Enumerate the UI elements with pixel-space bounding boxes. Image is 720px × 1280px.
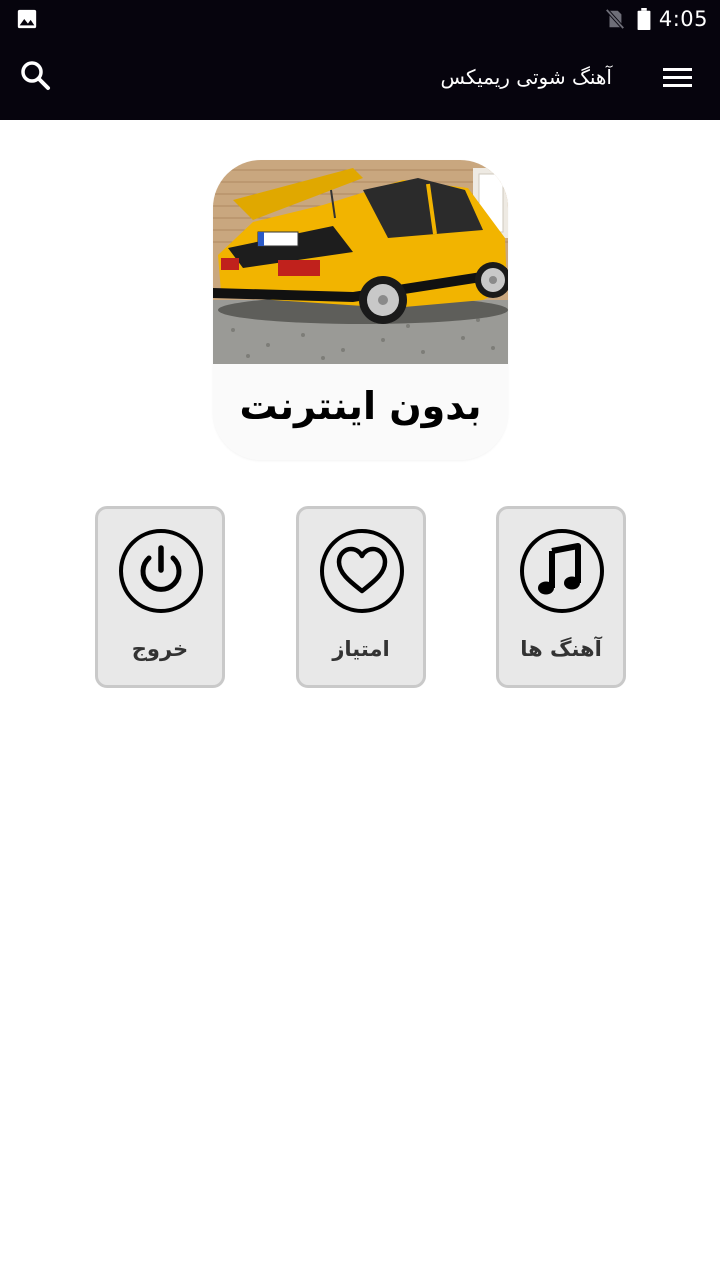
menu-tiles: آهنگ ها امتیاز خروج: [0, 506, 720, 688]
menu-icon[interactable]: [660, 60, 696, 96]
status-time: 4:05: [658, 7, 708, 31]
songs-label: آهنگ ها: [520, 637, 602, 661]
gallery-icon: [17, 9, 37, 29]
rating-tile[interactable]: امتیاز: [296, 506, 426, 688]
search-icon[interactable]: [16, 56, 56, 96]
no-sim-icon: [605, 8, 625, 30]
app-title: آهنگ شوتی ریمیکس: [440, 65, 612, 89]
songs-tile[interactable]: آهنگ ها: [496, 506, 626, 688]
heart-icon: [320, 529, 404, 613]
exit-label: خروج: [131, 637, 189, 661]
exit-tile[interactable]: خروج: [95, 506, 225, 688]
app-banner: بدون اینترنت: [213, 160, 508, 460]
taxi-car-image: [213, 160, 508, 364]
rating-label: امتیاز: [332, 637, 390, 661]
app-bar: آهنگ شوتی ریمیکس: [0, 38, 720, 120]
status-bar: 4:05: [0, 0, 720, 38]
power-icon: [119, 529, 203, 613]
status-icons: 4:05: [605, 0, 708, 38]
music-note-icon: [520, 529, 604, 613]
battery-icon: [637, 8, 651, 30]
banner-caption: بدون اینترنت: [213, 364, 508, 460]
